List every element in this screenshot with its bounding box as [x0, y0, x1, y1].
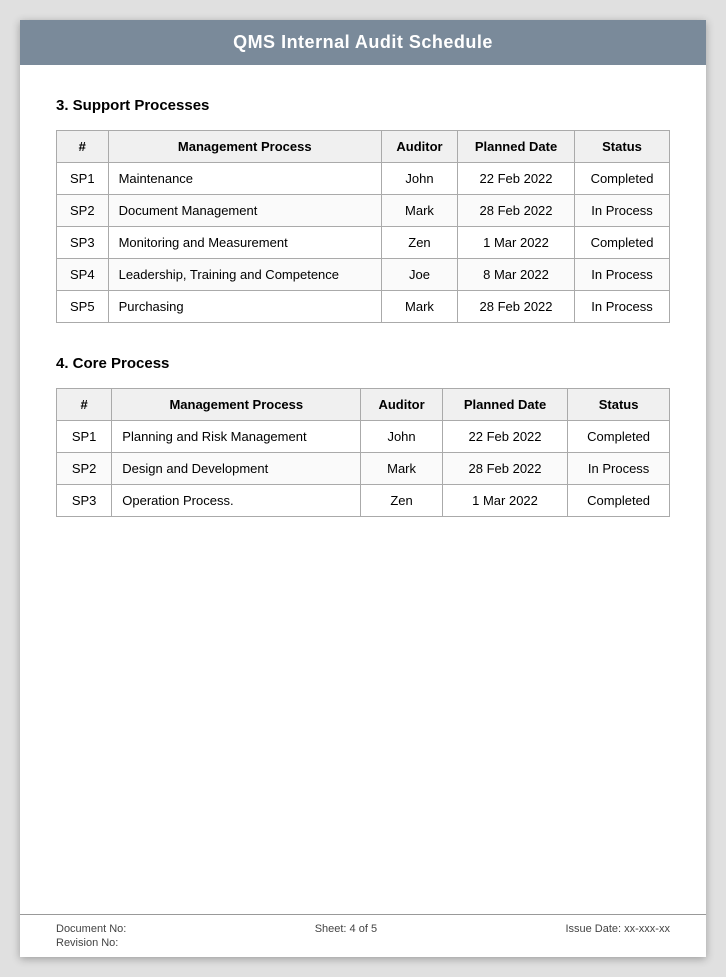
row-auditor: Zen: [381, 227, 457, 259]
row-process: Document Management: [108, 195, 381, 227]
row-num: SP3: [57, 485, 112, 517]
table-row: SP3 Monitoring and Measurement Zen 1 Mar…: [57, 227, 670, 259]
footer-center: Sheet: 4 of 5: [315, 923, 377, 935]
row-auditor: Mark: [361, 453, 443, 485]
row-status: In Process: [575, 291, 670, 323]
row-num: SP5: [57, 291, 109, 323]
section3-table: # Management Process Auditor Planned Dat…: [56, 130, 670, 323]
row-process: Maintenance: [108, 163, 381, 195]
row-num: SP1: [57, 163, 109, 195]
page: QMS Internal Audit Schedule 3. Support P…: [20, 20, 706, 957]
row-date: 28 Feb 2022: [442, 453, 567, 485]
col-header-date: Planned Date: [458, 131, 575, 163]
footer-left: Document No: Revision No:: [56, 923, 126, 949]
issue-date-label: Issue Date: xx-xxx-xx: [565, 923, 670, 935]
col-header-process: Management Process: [112, 389, 361, 421]
revision-no-label: Revision No:: [56, 937, 126, 949]
table-row: SP2 Design and Development Mark 28 Feb 2…: [57, 453, 670, 485]
row-status: Completed: [575, 163, 670, 195]
page-header: QMS Internal Audit Schedule: [20, 20, 706, 65]
row-date: 22 Feb 2022: [458, 163, 575, 195]
col-header-date: Planned Date: [442, 389, 567, 421]
col-header-process: Management Process: [108, 131, 381, 163]
row-num: SP2: [57, 195, 109, 227]
row-auditor: John: [361, 421, 443, 453]
document-no-label: Document No:: [56, 923, 126, 935]
page-content: 3. Support Processes # Management Proces…: [20, 65, 706, 914]
row-num: SP2: [57, 453, 112, 485]
section3-title: 3. Support Processes: [56, 97, 670, 114]
row-num: SP1: [57, 421, 112, 453]
footer-right: Issue Date: xx-xxx-xx: [565, 923, 670, 935]
row-status: In Process: [575, 259, 670, 291]
table-row: SP5 Purchasing Mark 28 Feb 2022 In Proce…: [57, 291, 670, 323]
row-process: Leadership, Training and Competence: [108, 259, 381, 291]
row-date: 1 Mar 2022: [458, 227, 575, 259]
row-process: Monitoring and Measurement: [108, 227, 381, 259]
row-process: Purchasing: [108, 291, 381, 323]
row-process: Planning and Risk Management: [112, 421, 361, 453]
col-header-status: Status: [568, 389, 670, 421]
row-process: Operation Process.: [112, 485, 361, 517]
row-date: 28 Feb 2022: [458, 291, 575, 323]
table-row: SP1 Maintenance John 22 Feb 2022 Complet…: [57, 163, 670, 195]
page-footer: Document No: Revision No: Sheet: 4 of 5 …: [20, 914, 706, 957]
row-num: SP4: [57, 259, 109, 291]
row-status: In Process: [575, 195, 670, 227]
table-row: SP2 Document Management Mark 28 Feb 2022…: [57, 195, 670, 227]
page-title: QMS Internal Audit Schedule: [233, 32, 493, 52]
section4-table: # Management Process Auditor Planned Dat…: [56, 388, 670, 517]
row-auditor: Joe: [381, 259, 457, 291]
row-num: SP3: [57, 227, 109, 259]
row-auditor: Zen: [361, 485, 443, 517]
row-status: Completed: [568, 421, 670, 453]
sheet-label: Sheet: 4 of 5: [315, 923, 377, 935]
row-status: In Process: [568, 453, 670, 485]
row-auditor: Mark: [381, 195, 457, 227]
col-header-status: Status: [575, 131, 670, 163]
section4-title: 4. Core Process: [56, 355, 670, 372]
col-header-num: #: [57, 389, 112, 421]
row-date: 8 Mar 2022: [458, 259, 575, 291]
row-process: Design and Development: [112, 453, 361, 485]
table-row: SP4 Leadership, Training and Competence …: [57, 259, 670, 291]
row-status: Completed: [568, 485, 670, 517]
row-auditor: John: [381, 163, 457, 195]
row-auditor: Mark: [381, 291, 457, 323]
row-date: 1 Mar 2022: [442, 485, 567, 517]
row-date: 28 Feb 2022: [458, 195, 575, 227]
row-date: 22 Feb 2022: [442, 421, 567, 453]
col-header-num: #: [57, 131, 109, 163]
col-header-auditor: Auditor: [361, 389, 443, 421]
row-status: Completed: [575, 227, 670, 259]
col-header-auditor: Auditor: [381, 131, 457, 163]
table-row: SP1 Planning and Risk Management John 22…: [57, 421, 670, 453]
table-row: SP3 Operation Process. Zen 1 Mar 2022 Co…: [57, 485, 670, 517]
